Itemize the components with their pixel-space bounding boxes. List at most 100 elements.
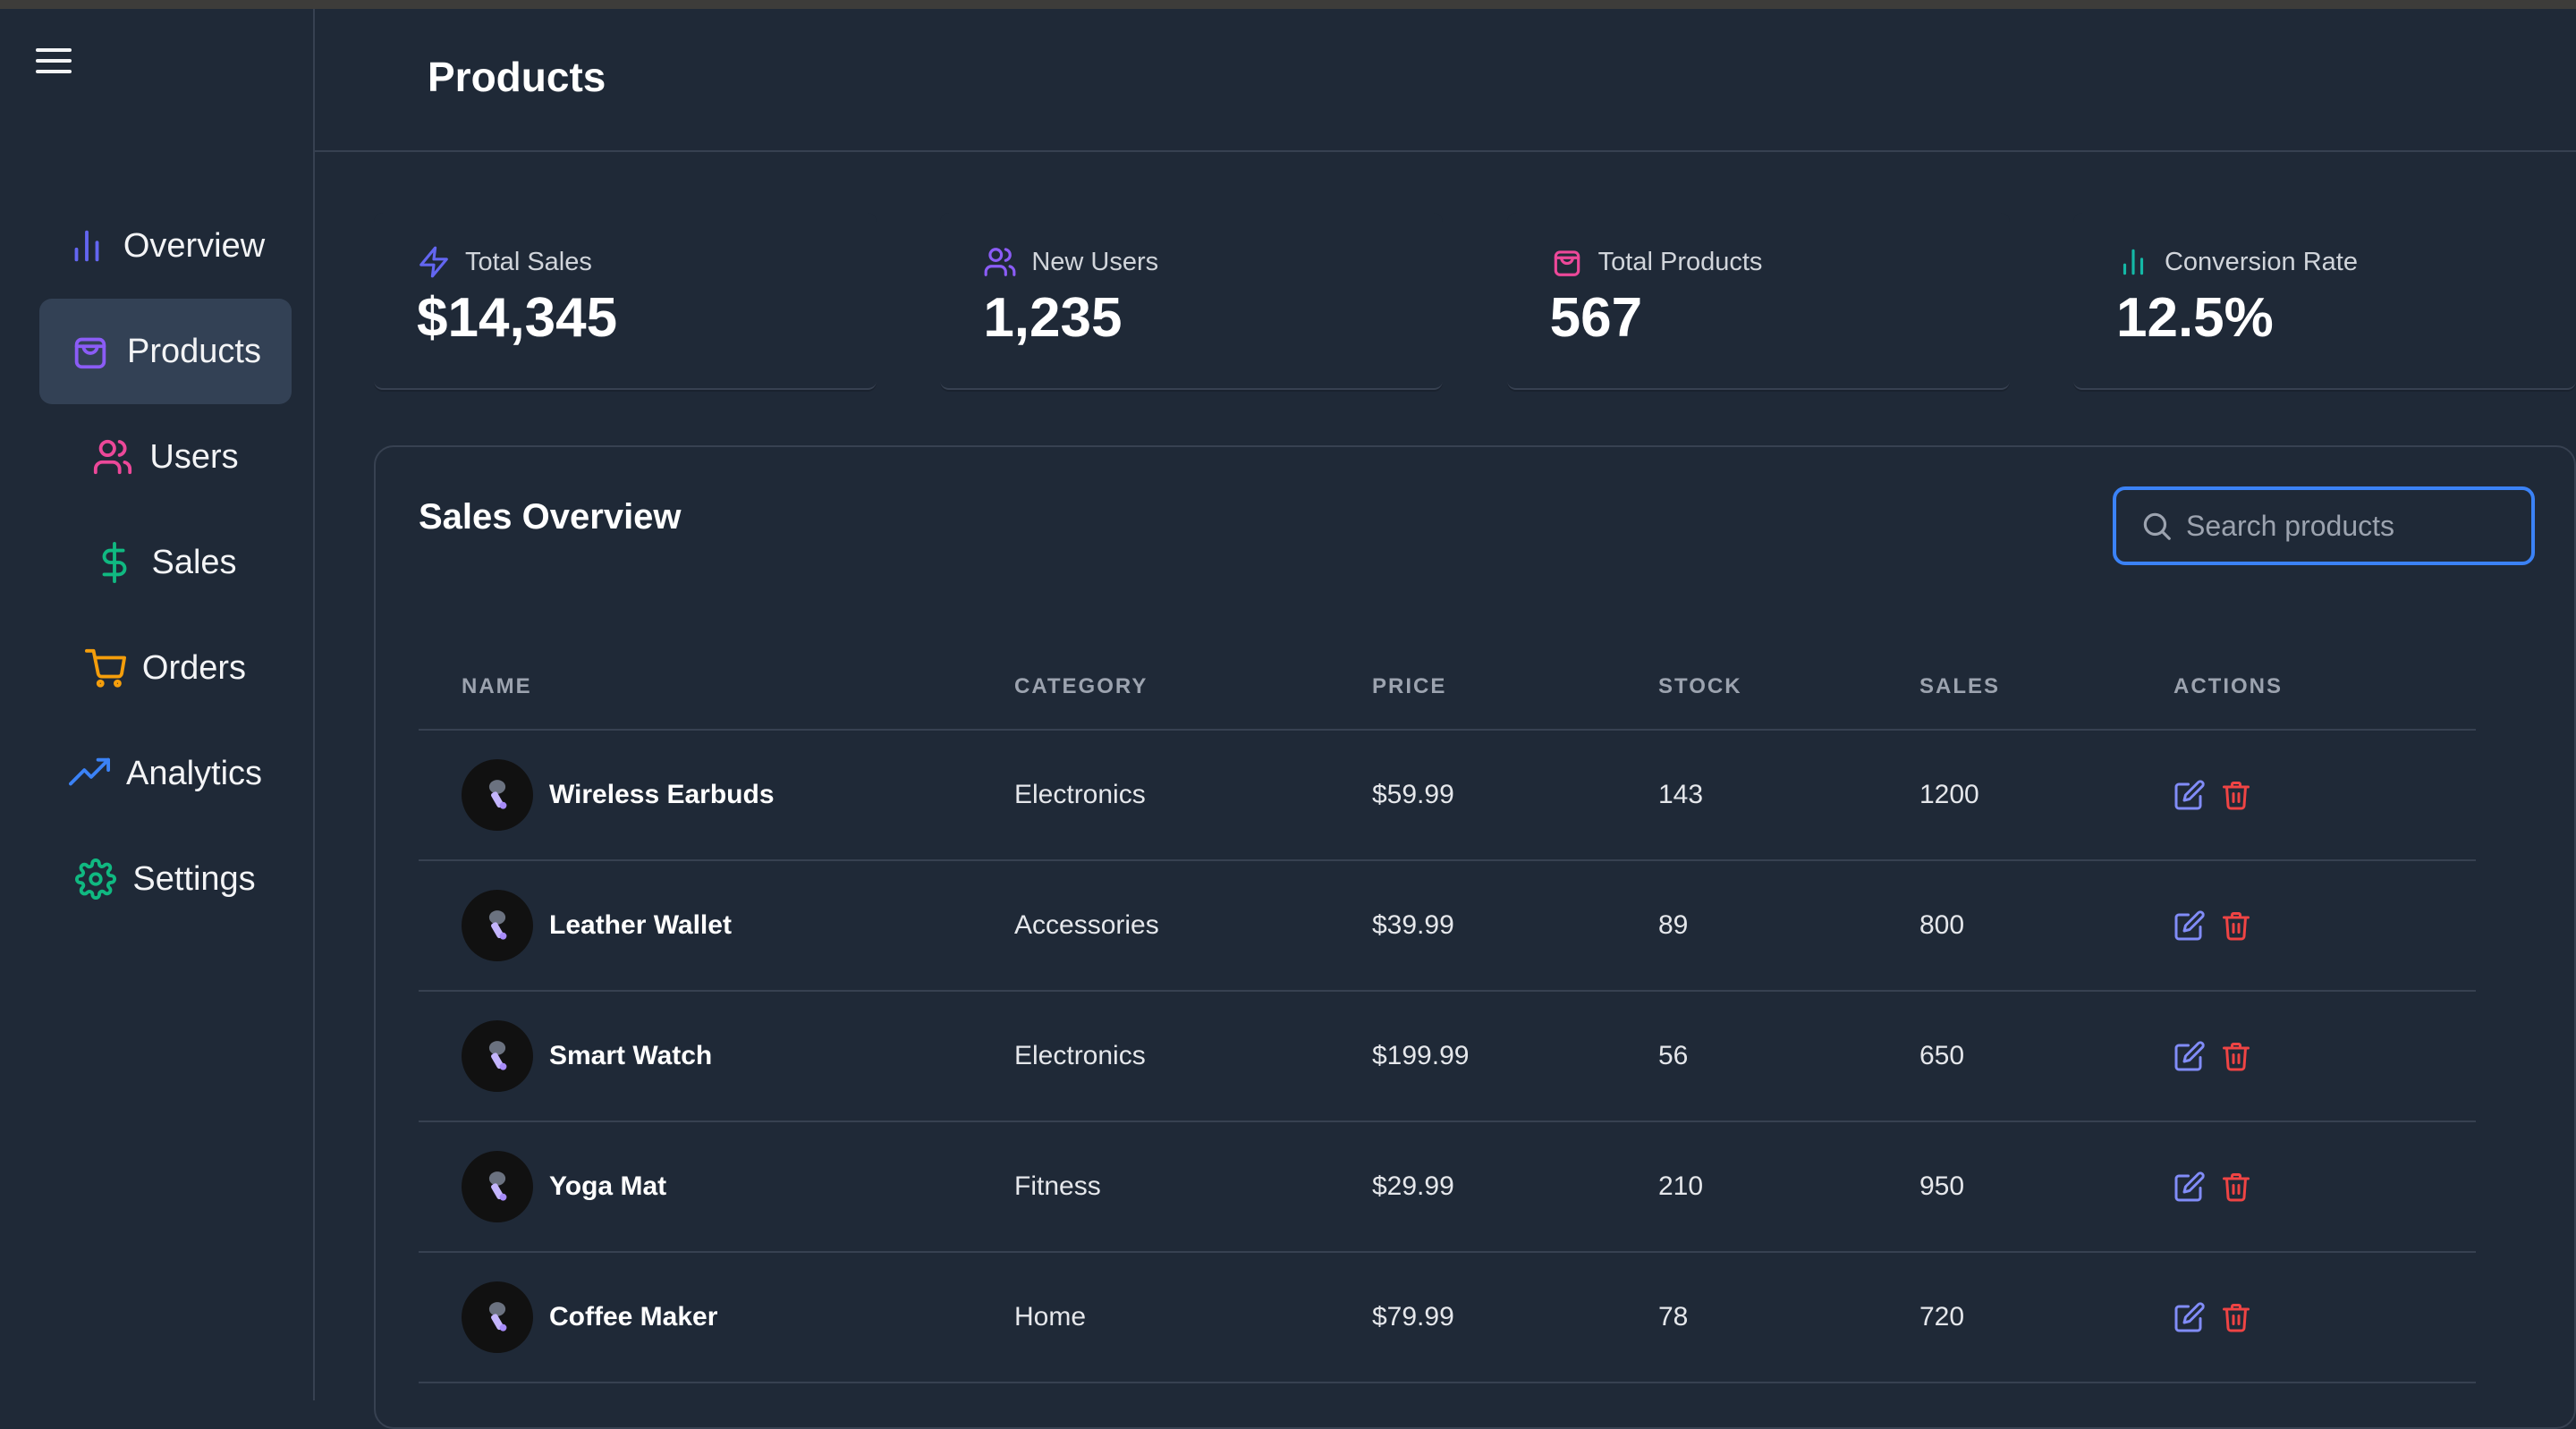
hamburger-icon[interactable] <box>36 48 72 77</box>
stat-label: Conversion Rate <box>2164 247 2358 276</box>
column-header-category[interactable]: CATEGORY <box>1014 644 1372 731</box>
sidebar-item-products[interactable]: Products <box>39 299 292 404</box>
shopping-bag-icon <box>1550 245 1584 279</box>
bar-chart-icon <box>66 225 107 266</box>
product-category: Fitness <box>1014 1121 1372 1253</box>
delete-icon[interactable] <box>2220 1040 2252 1072</box>
delete-icon[interactable] <box>2220 779 2252 811</box>
sidebar-item-label: Users <box>149 437 239 476</box>
product-sales: 650 <box>1919 991 2174 1122</box>
table-row[interactable]: Yoga Mat Fitness $29.99 210 950 <box>419 1121 2476 1253</box>
sidebar-nav: Overview Products Users Sales Orders Ana… <box>39 193 292 932</box>
product-sales: 720 <box>1919 1252 2174 1383</box>
sales-overview-panel: Sales Overview NAME CATEGORY PRICE STOCK… <box>374 445 2576 1429</box>
product-price: $59.99 <box>1372 730 1658 861</box>
edit-icon[interactable] <box>2174 779 2206 811</box>
stat-card-new-users: New Users 1,235 <box>940 213 1444 390</box>
stat-card-conversion-rate: Conversion Rate 12.5% <box>2072 213 2576 390</box>
product-stock: 210 <box>1658 1121 1919 1253</box>
product-name: Leather Wallet <box>549 910 732 940</box>
product-name: Wireless Earbuds <box>549 780 775 809</box>
search-box[interactable] <box>2113 486 2535 565</box>
sidebar-item-settings[interactable]: Settings <box>39 826 292 932</box>
product-category: Electronics <box>1014 730 1372 861</box>
search-icon <box>2140 509 2174 543</box>
sidebar-item-sales[interactable]: Sales <box>39 510 292 615</box>
dollar-icon <box>94 542 135 583</box>
table-row[interactable]: Wireless Earbuds Electronics $59.99 143 … <box>419 730 2476 861</box>
product-category: Accessories <box>1014 860 1372 992</box>
product-thumbnail <box>462 1151 533 1222</box>
product-price: $79.99 <box>1372 1252 1658 1383</box>
product-thumbnail <box>462 1020 533 1092</box>
product-thumbnail <box>462 759 533 831</box>
users-icon <box>983 245 1017 279</box>
sidebar-item-analytics[interactable]: Analytics <box>39 721 292 826</box>
search-input[interactable] <box>2186 509 2508 543</box>
sidebar-item-label: Overview <box>123 226 266 265</box>
column-header-actions: ACTIONS <box>2174 644 2476 731</box>
column-header-name[interactable]: NAME <box>419 644 1014 731</box>
stat-card-total-sales: Total Sales $14,345 <box>374 213 877 390</box>
product-sales: 800 <box>1919 860 2174 992</box>
stat-card-total-products: Total Products 567 <box>1506 213 2010 390</box>
sidebar-item-label: Settings <box>132 859 256 898</box>
column-header-stock[interactable]: STOCK <box>1658 644 1919 731</box>
product-stock: 56 <box>1658 991 1919 1122</box>
product-name: Smart Watch <box>549 1041 713 1070</box>
product-sales: 950 <box>1919 1121 2174 1253</box>
stat-label: Total Products <box>1597 247 1763 276</box>
products-table: NAME CATEGORY PRICE STOCK SALES ACTIONS … <box>419 644 2476 1383</box>
users-icon <box>92 436 133 478</box>
product-price: $199.99 <box>1372 991 1658 1122</box>
sidebar: Overview Products Users Sales Orders Ana… <box>0 9 315 1400</box>
stats-row: Total Sales $14,345 New Users 1,235 Tota… <box>374 213 2576 390</box>
sidebar-item-overview[interactable]: Overview <box>39 193 292 299</box>
stat-value: 12.5% <box>2115 287 2274 349</box>
delete-icon[interactable] <box>2220 1171 2252 1203</box>
page-header: Products <box>315 9 2576 152</box>
shopping-bag-icon <box>70 331 111 372</box>
edit-icon[interactable] <box>2174 909 2206 942</box>
product-stock: 143 <box>1658 730 1919 861</box>
sidebar-item-orders[interactable]: Orders <box>39 615 292 721</box>
sidebar-item-label: Sales <box>151 543 237 581</box>
edit-icon[interactable] <box>2174 1171 2206 1203</box>
product-category: Home <box>1014 1252 1372 1383</box>
sidebar-item-label: Products <box>127 332 261 370</box>
table-row[interactable]: Leather Wallet Accessories $39.99 89 800 <box>419 860 2476 992</box>
main-content: Products Total Sales $14,345 New Users 1… <box>315 9 2576 1429</box>
edit-icon[interactable] <box>2174 1301 2206 1333</box>
page-title: Products <box>428 54 606 100</box>
stat-label: New Users <box>1031 247 1159 276</box>
sidebar-item-label: Analytics <box>125 754 263 792</box>
panel-title: Sales Overview <box>419 497 682 537</box>
delete-icon[interactable] <box>2220 1301 2252 1333</box>
lightning-icon <box>417 245 451 279</box>
app: Overview Products Users Sales Orders Ana… <box>0 9 2576 1429</box>
edit-icon[interactable] <box>2174 1040 2206 1072</box>
column-header-sales[interactable]: SALES <box>1919 644 2174 731</box>
sidebar-item-label: Orders <box>141 648 247 687</box>
cart-icon <box>84 647 126 689</box>
product-stock: 89 <box>1658 860 1919 992</box>
stat-value: 567 <box>1549 287 1643 349</box>
product-thumbnail <box>462 1281 533 1353</box>
product-name: Yoga Mat <box>549 1171 667 1201</box>
table-row[interactable]: Smart Watch Electronics $199.99 56 650 <box>419 991 2476 1122</box>
stat-label: Total Sales <box>465 247 592 276</box>
product-name: Coffee Maker <box>549 1302 718 1332</box>
gear-icon <box>75 858 117 900</box>
product-price: $39.99 <box>1372 860 1658 992</box>
bar-chart-icon <box>2116 245 2150 279</box>
table-row[interactable]: Coffee Maker Home $79.99 78 720 <box>419 1252 2476 1383</box>
product-stock: 78 <box>1658 1252 1919 1383</box>
stat-value: $14,345 <box>417 287 618 349</box>
table-header-row: NAME CATEGORY PRICE STOCK SALES ACTIONS <box>419 644 2476 731</box>
sidebar-item-users[interactable]: Users <box>39 404 292 510</box>
product-sales: 1200 <box>1919 730 2174 861</box>
column-header-price[interactable]: PRICE <box>1372 644 1658 731</box>
product-category: Electronics <box>1014 991 1372 1122</box>
delete-icon[interactable] <box>2220 909 2252 942</box>
stat-value: 1,235 <box>983 287 1123 349</box>
